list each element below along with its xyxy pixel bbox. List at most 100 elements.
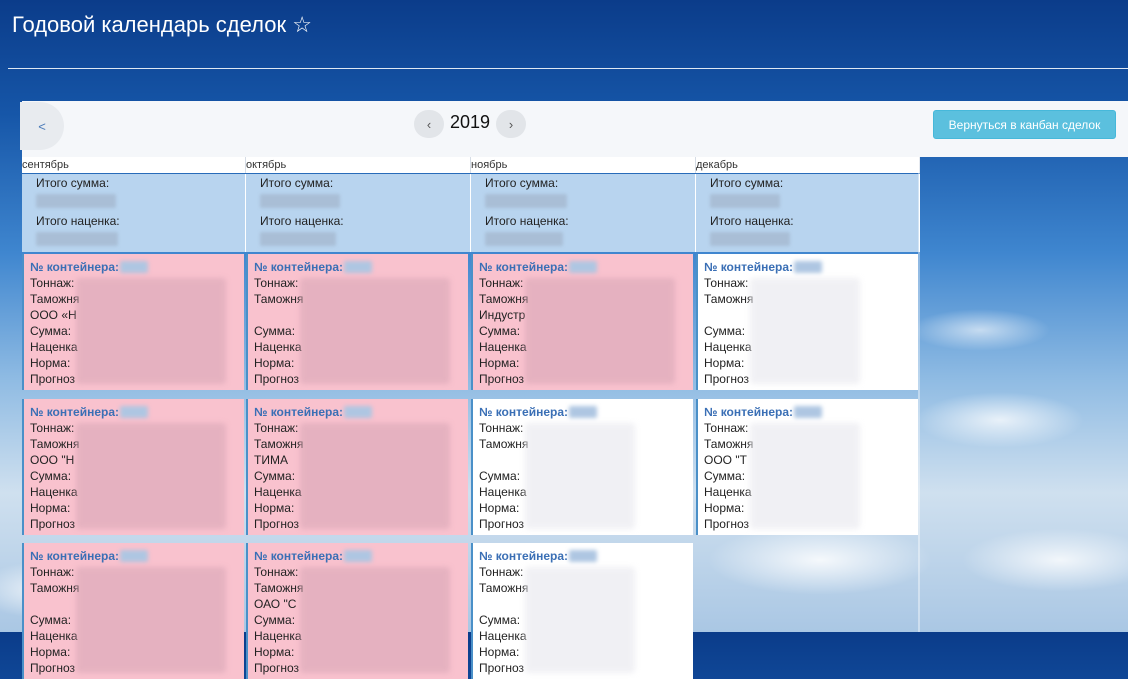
total-sum-label: Итого сумма: [260,176,334,190]
total-sum-label: Итого сумма: [485,176,559,190]
container-number [569,406,597,418]
total-markup-value [36,232,118,246]
markup-label: Наценка [254,485,302,499]
container-label: № контейнера: [254,405,343,419]
redacted-values [525,567,635,673]
container-label: № контейнера: [254,549,343,563]
sum-label: Сумма: [254,324,296,338]
divider [8,68,1128,69]
sum-label: Сумма: [254,469,296,483]
customs-label: Таможня [704,292,754,306]
customs-label: Таможня [704,437,754,451]
sum-label: Сумма: [30,469,72,483]
sum-label: Сумма: [704,469,746,483]
container-number [794,261,822,273]
month-header-october: октябрь [246,157,471,173]
container-label: № контейнера: [479,549,568,563]
deal-card[interactable]: № контейнера: Тоннаж: Таможня Сумма: Наценка… [246,254,468,390]
sum-label: Сумма: [479,613,521,627]
redacted-values [76,278,226,384]
markup-label: Наценка [479,340,527,354]
customs-label: Таможня [479,292,529,306]
norm-label: Норма: [254,501,295,515]
forecast-label: Прогноз [704,372,750,386]
tonnage-label: Тоннаж: [704,421,749,435]
total-sum-value [260,194,340,208]
month-header-september: сентябрь [22,157,246,173]
container-label: № контейнера: [479,260,568,274]
markup-label: Наценка [30,340,78,354]
customs-label: Таможня [254,292,304,306]
prev-year-button[interactable]: ‹ [414,110,444,138]
deal-card[interactable]: № контейнера: Тоннаж: Таможня Сумма: Наценка… [471,399,693,535]
container-number [569,261,597,273]
norm-label: Норма: [254,645,295,659]
deal-card[interactable]: № контейнера: Тоннаж: Таможня Сумма: Наценка… [696,254,918,390]
month-totals: Итого сумма: Итого наценка: [471,174,696,252]
total-markup-label: Итого наценка: [485,214,569,228]
page-title: Годовой календарь сделок ☆ [12,12,312,38]
page-title-text: Годовой календарь сделок [12,12,287,37]
company-name: ОАО "С [254,597,297,611]
month-header-november: ноябрь [471,157,696,173]
back-to-kanban-button[interactable]: Вернуться в канбан сделок [933,110,1116,139]
container-number [569,550,597,562]
container-number [120,406,148,418]
tonnage-label: Тоннаж: [254,565,299,579]
deal-card[interactable]: № контейнера: Тоннаж: Таможня ОАО "С Сумма: Н… [246,543,468,679]
tonnage-label: Тоннаж: [704,276,749,290]
forecast-label: Прогноз [30,661,76,675]
markup-label: Наценка [30,485,78,499]
tonnage-label: Тоннаж: [479,276,524,290]
deal-card[interactable]: № контейнера: Тоннаж: Таможня Сумма: Наценка… [471,543,693,679]
forecast-label: Прогноз [254,517,300,531]
forecast-label: Прогноз [479,661,525,675]
norm-label: Норма: [704,501,745,515]
calendar-right-border [918,157,920,632]
deal-card[interactable]: № контейнера: Тоннаж: Таможня Сумма: Наценка… [22,543,244,679]
markup-label: Наценка [479,629,527,643]
customs-label: Таможня [479,581,529,595]
forecast-label: Прогноз [254,372,300,386]
deal-card[interactable]: № контейнера: Тоннаж: Таможня ООО "Н Сумма: Н… [22,399,244,535]
norm-label: Норма: [254,356,295,370]
markup-label: Наценка [479,485,527,499]
next-year-button[interactable]: › [496,110,526,138]
total-markup-value [710,232,790,246]
norm-label: Норма: [30,645,71,659]
month-totals: Итого сумма: Итого наценка: [22,174,246,252]
company-name: ТИМА [254,453,288,467]
deal-card[interactable]: № контейнера: Тоннаж: Таможня ООО «Н Сумма: Н… [22,254,244,390]
forecast-label: Прогноз [704,517,750,531]
norm-label: Норма: [479,645,520,659]
customs-label: Таможня [30,292,80,306]
month-header-december: декабрь [696,157,920,173]
redacted-values [76,567,226,673]
redacted-values [750,423,860,529]
total-markup-label: Итого наценка: [710,214,794,228]
norm-label: Норма: [704,356,745,370]
norm-label: Норма: [30,501,71,515]
redacted-values [300,567,450,673]
total-sum-value [710,194,780,208]
container-label: № контейнера: [30,260,119,274]
norm-label: Норма: [30,356,71,370]
redacted-values [525,423,635,529]
total-markup-label: Итого наценка: [36,214,120,228]
deal-card[interactable]: № контейнера: Тоннаж: Таможня ТИМА Сумма: Нац… [246,399,468,535]
deal-card[interactable]: № контейнера: Тоннаж: Таможня ООО "Т Сумма: Н… [696,399,918,535]
tonnage-label: Тоннаж: [30,276,75,290]
star-icon[interactable]: ☆ [292,12,312,37]
sum-label: Сумма: [30,613,72,627]
norm-label: Норма: [479,501,520,515]
month-totals: Итого сумма: Итого наценка: [696,174,920,252]
redacted-values [76,423,226,529]
container-number [120,550,148,562]
sum-label: Сумма: [30,324,72,338]
deal-card[interactable]: № контейнера: Тоннаж: Таможня Индустр Сумма:… [471,254,693,390]
container-number [794,406,822,418]
sum-label: Сумма: [479,324,521,338]
company-name: Индустр [479,308,526,322]
total-markup-value [260,232,336,246]
norm-label: Норма: [479,356,520,370]
